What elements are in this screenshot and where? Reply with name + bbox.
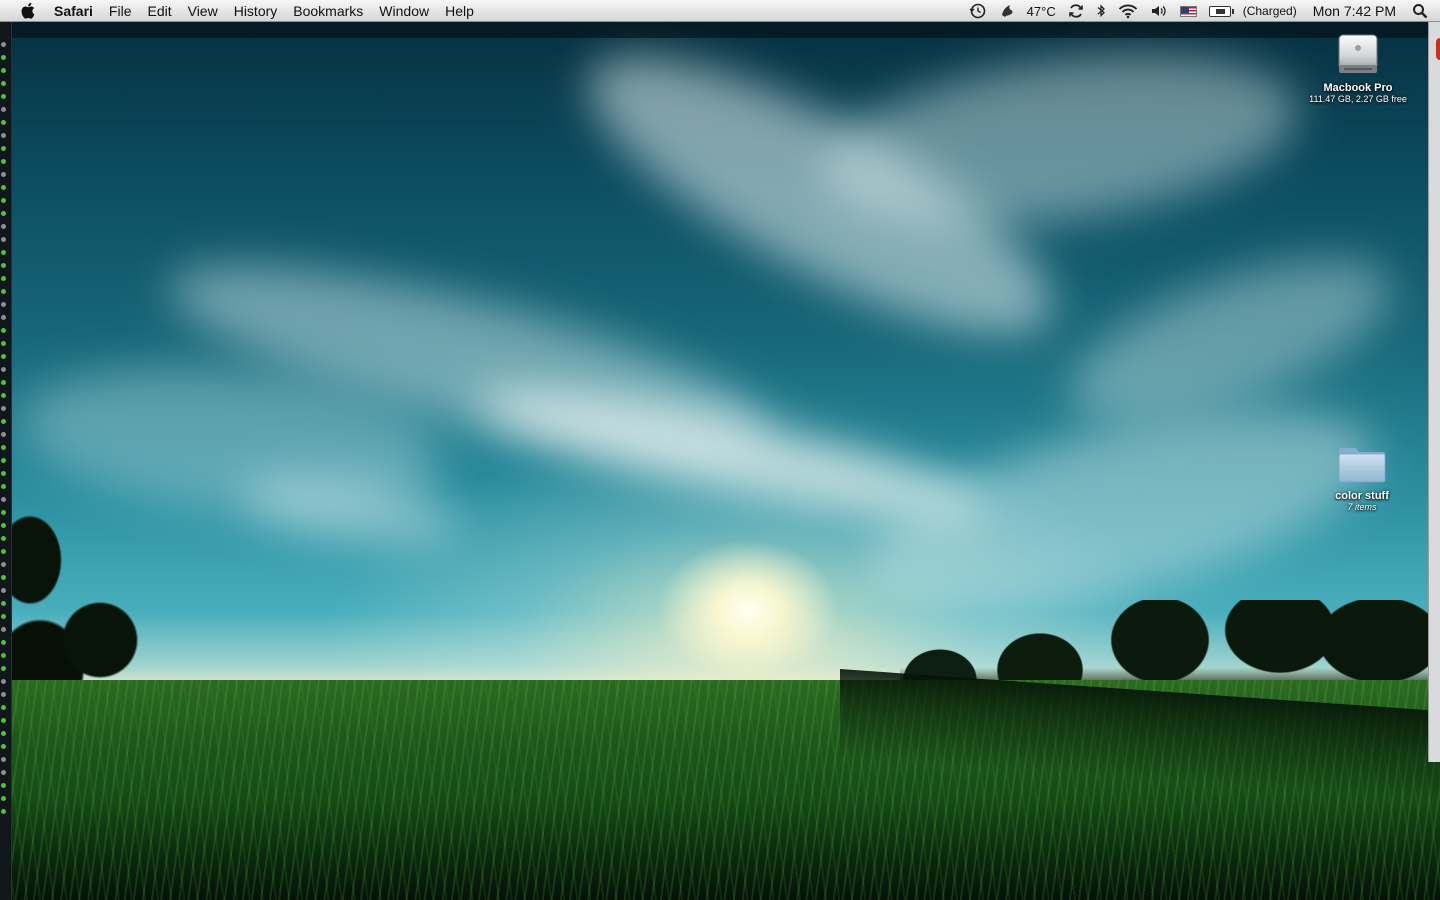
status-dot [1, 432, 6, 437]
status-dot [1, 367, 6, 372]
status-dot [1, 211, 6, 216]
status-dot [1, 692, 6, 697]
menu-extras: 47°C (Charged) Mon 7:42 PM [963, 0, 1440, 22]
battery-status[interactable]: (Charged) [1237, 0, 1303, 22]
status-dot [1, 770, 6, 775]
status-dot [1, 354, 6, 359]
status-dot [1, 575, 6, 580]
offscreen-window-edge-right[interactable] [1428, 22, 1440, 762]
timemachine-icon[interactable] [963, 0, 993, 22]
growl-icon[interactable] [993, 0, 1021, 22]
status-dot [1, 42, 6, 47]
menu-bar: Safari File Edit View History Bookmarks … [0, 0, 1440, 22]
status-dot [1, 653, 6, 658]
status-dot [1, 614, 6, 619]
status-dot [1, 731, 6, 736]
status-dot [1, 406, 6, 411]
menu-bookmarks[interactable]: Bookmarks [285, 0, 371, 22]
status-dot [1, 107, 6, 112]
desktop-top-shadow [0, 22, 1440, 38]
status-dot [1, 159, 6, 164]
status-dot [1, 393, 6, 398]
status-dot [1, 68, 6, 73]
status-dot [1, 627, 6, 632]
status-dot [1, 120, 6, 125]
menu-file[interactable]: File [101, 0, 140, 22]
status-dot [1, 224, 6, 229]
volume-icon[interactable] [1144, 0, 1174, 22]
clock[interactable]: Mon 7:42 PM [1303, 0, 1406, 22]
status-dot [1, 380, 6, 385]
status-dot [1, 497, 6, 502]
status-dot [1, 146, 6, 151]
apple-icon[interactable] [18, 2, 36, 20]
status-dot [1, 783, 6, 788]
spotlight-icon[interactable] [1406, 0, 1440, 22]
desktop-icon-macbook-pro[interactable]: Macbook Pro 111.47 GB, 2.27 GB free [1298, 30, 1418, 104]
status-dot [1, 328, 6, 333]
hard-drive-icon [1336, 32, 1380, 78]
status-dot [1, 523, 6, 528]
status-dot [1, 484, 6, 489]
status-dot [1, 705, 6, 710]
desktop-icon-label: color stuff [1335, 490, 1389, 502]
status-dot [1, 289, 6, 294]
menu-history[interactable]: History [226, 0, 286, 22]
offscreen-window-edge-left[interactable] [0, 22, 12, 900]
menu-view[interactable]: View [180, 0, 226, 22]
menu-window[interactable]: Window [371, 0, 437, 22]
status-dot [1, 588, 6, 593]
desktop-icon-info: 7 items [1347, 502, 1377, 512]
us-flag-icon[interactable] [1174, 0, 1203, 22]
status-dot [1, 549, 6, 554]
status-dot [1, 94, 6, 99]
status-dot [1, 744, 6, 749]
sync-icon[interactable] [1062, 0, 1090, 22]
menu-edit[interactable]: Edit [139, 0, 179, 22]
status-dot [1, 666, 6, 671]
status-dot [1, 809, 6, 814]
status-dot [1, 172, 6, 177]
status-dot [1, 562, 6, 567]
status-dot [1, 458, 6, 463]
status-dot [1, 133, 6, 138]
status-dot [1, 471, 6, 476]
status-dot [1, 536, 6, 541]
bluetooth-icon[interactable] [1090, 0, 1112, 22]
status-dot [1, 185, 6, 190]
status-dot [1, 757, 6, 762]
status-dot [1, 445, 6, 450]
status-dot [1, 718, 6, 723]
menu-app-safari[interactable]: Safari [54, 0, 101, 22]
status-dot [1, 315, 6, 320]
desktop-icon-label: Macbook Pro [1323, 82, 1393, 94]
status-dot [1, 250, 6, 255]
status-dot [1, 796, 6, 801]
status-dot [1, 55, 6, 60]
status-dot [1, 640, 6, 645]
status-dot [1, 81, 6, 86]
menu-help[interactable]: Help [437, 0, 482, 22]
status-dot [1, 341, 6, 346]
desktop-wallpaper [0, 0, 1440, 900]
status-dot [1, 276, 6, 281]
status-dot [1, 601, 6, 606]
desktop-icon-info: 111.47 GB, 2.27 GB free [1309, 94, 1407, 104]
status-dot [1, 237, 6, 242]
status-dot [1, 510, 6, 515]
window-close-button-partial[interactable] [1436, 38, 1440, 60]
status-dot [1, 419, 6, 424]
folder-icon [1337, 444, 1387, 484]
desktop-icon-color-stuff[interactable]: color stuff 7 items [1316, 444, 1408, 512]
status-dot [1, 263, 6, 268]
temperature-readout[interactable]: 47°C [1021, 0, 1062, 22]
wifi-icon[interactable] [1112, 0, 1144, 22]
status-dot [1, 302, 6, 307]
battery-icon[interactable] [1203, 0, 1237, 22]
status-dot [1, 198, 6, 203]
status-dot [1, 679, 6, 684]
